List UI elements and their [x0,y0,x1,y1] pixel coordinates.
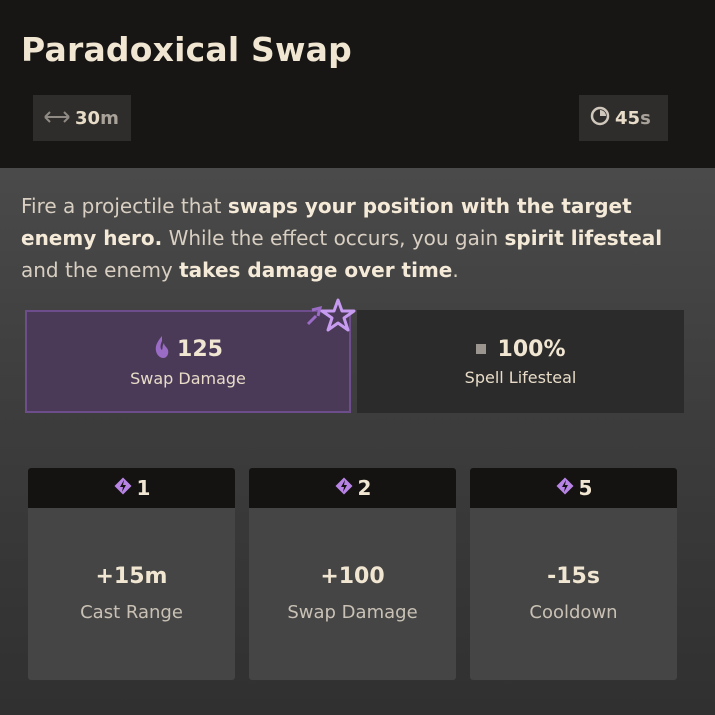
spell-lifesteal-label: Spell Lifesteal [464,367,577,387]
cooldown-value: 45 [615,107,641,129]
upgrade-tier-3[interactable]: 5 -15s Cooldown [470,468,677,680]
upgrade-tier-2[interactable]: 2 +100 Swap Damage [249,468,456,680]
spell-lifesteal-value: 100% [497,336,566,362]
ability-point-icon [334,476,354,500]
upgrade-cost-bar: 5 [470,468,677,508]
desc-text-2: While the effect occurs, you gain [162,226,505,250]
upgrade-tier-1[interactable]: 1 +15m Cast Range [28,468,235,680]
upgrade-value: -15s [547,564,600,589]
upgrade-value: +15m [95,564,168,589]
ability-header: Paradoxical Swap 30m 45s [0,0,715,168]
desc-bold-2: spirit lifesteal [504,226,663,250]
ability-title: Paradoxical Swap [21,30,352,69]
desc-text-4: . [452,258,459,282]
upgrade-cost-bar: 1 [28,468,235,508]
range-unit: m [100,107,119,129]
swap-damage-value: 125 [177,336,223,362]
upgrade-value: +100 [320,564,385,589]
range-arrows-icon [43,109,71,128]
desc-text-3: and the enemy [21,258,180,282]
cooldown-unit: s [640,107,651,129]
upgrade-cost: 2 [357,476,372,500]
cooldown-icon [589,105,611,131]
desc-text-1: Fire a projectile that [21,194,228,218]
square-icon [475,344,486,354]
upgrade-cost: 5 [578,476,593,500]
cooldown-stat: 45s [579,95,668,141]
upgrade-cost-bar: 2 [249,468,456,508]
range-value: 30 [75,107,101,129]
upgrade-label: Swap Damage [287,602,418,623]
upgrade-label: Cooldown [529,602,618,623]
spell-lifesteal-property: 100% Spell Lifesteal [357,310,684,413]
swap-damage-label: Swap Damage [130,369,246,388]
desc-bold-3: takes damage over time [179,258,453,282]
upgrade-cost: 1 [136,476,151,500]
ability-description: Fire a projectile that swaps your positi… [21,190,691,286]
spirit-flame-icon [153,335,171,363]
ability-point-icon [113,476,133,500]
upgrade-label: Cast Range [80,602,183,623]
ability-point-icon [555,476,575,500]
improved-star-icon [306,298,356,332]
range-stat: 30m [33,95,131,141]
